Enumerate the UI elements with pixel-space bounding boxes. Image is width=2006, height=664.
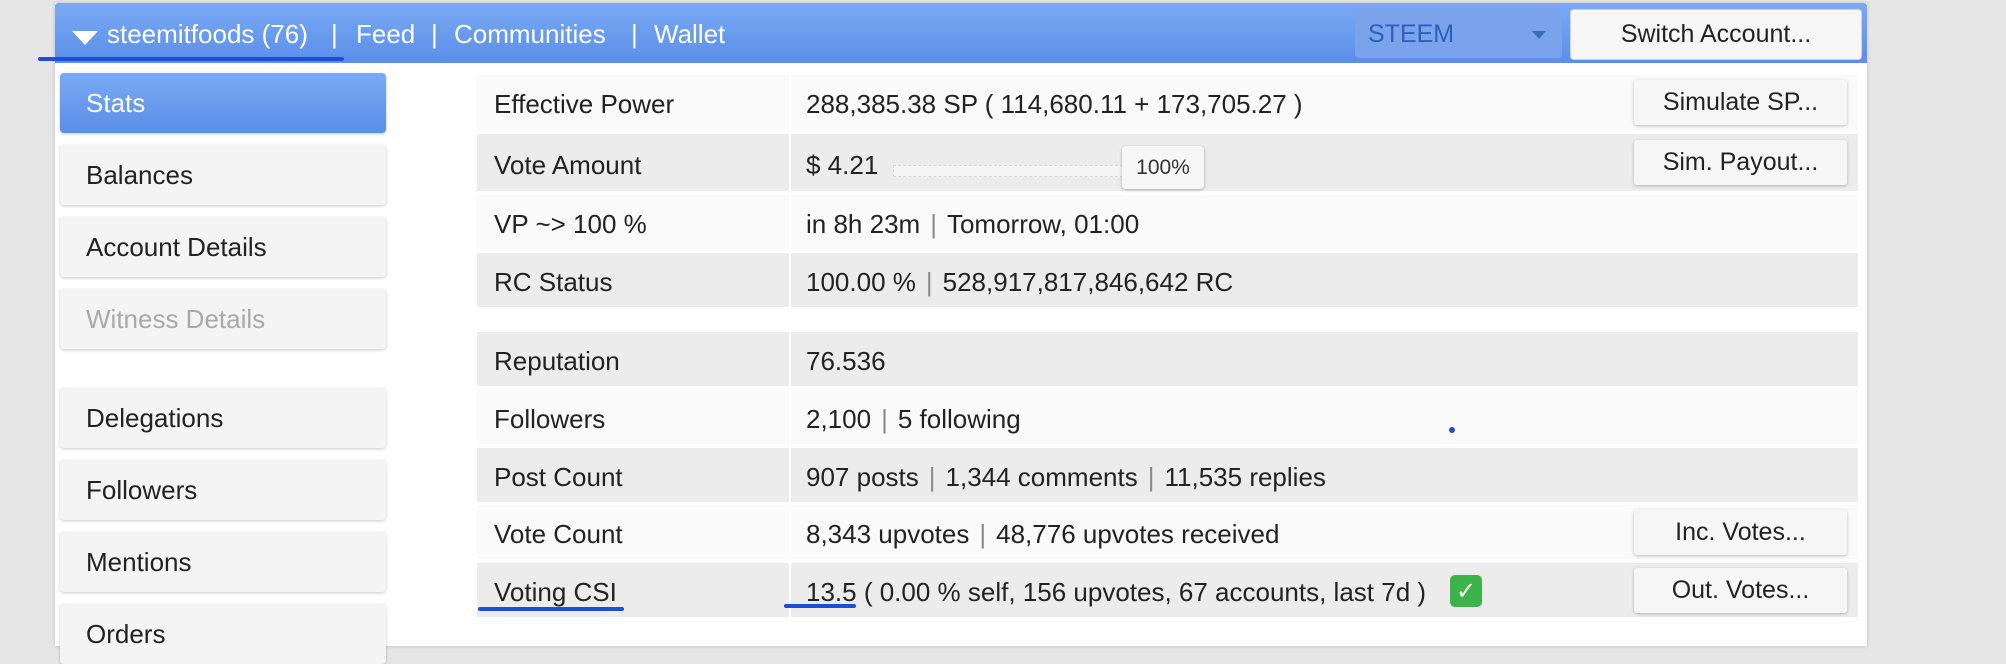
stats-row-vote-amount: Vote Amount $ 4.21 100% Sim. Payout... [477, 134, 1858, 191]
column-divider [789, 390, 791, 444]
voting-csi-details: ( 0.00 % self, 156 upvotes, 67 accounts,… [856, 577, 1427, 607]
caret-down-icon[interactable] [72, 31, 98, 45]
account-name-link[interactable]: steemitfoods (76) [107, 19, 308, 50]
sidebar-item-balances[interactable]: Balances [60, 145, 386, 205]
vp-when: Tomorrow, 01:00 [946, 209, 1140, 239]
sim-payout-button[interactable]: Sim. Payout... [1634, 140, 1847, 185]
stats-row-vp: VP ~> 100 % in 8h 23m | Tomorrow, 01:00 [477, 195, 1858, 249]
vp-time: in 8h 23m [806, 209, 921, 239]
row-label: RC Status [494, 267, 613, 297]
voting-csi-value: 13.5 ( 0.00 % self, 156 upvotes, 67 acco… [806, 577, 1426, 608]
simulate-sp-button[interactable]: Simulate SP... [1634, 80, 1847, 125]
column-divider [789, 332, 791, 386]
column-divider [789, 195, 791, 249]
stats-row-reputation: Reputation 76.536 [477, 332, 1858, 386]
upvotes-received: 48,776 upvotes received [996, 519, 1280, 549]
chevron-down-icon [1532, 31, 1546, 39]
check-mark-icon: ✓ [1450, 575, 1482, 607]
annotation-underline [478, 607, 624, 611]
sidebar-item-delegations[interactable]: Delegations [60, 388, 386, 448]
sidebar-item-witness-details: Witness Details [60, 289, 386, 349]
vote-weight-slider[interactable] [893, 165, 1123, 177]
row-label: Post Count [494, 462, 623, 492]
column-divider [789, 563, 791, 617]
sidebar-item-stats[interactable]: Stats [60, 73, 386, 133]
vote-weight-slider-handle[interactable]: 100% [1122, 146, 1204, 189]
effective-power-value: 288,385.38 SP ( 114,680.11 + 173,705.27 … [806, 89, 1303, 119]
out-votes-button[interactable]: Out. Votes... [1634, 568, 1847, 613]
vp-value: in 8h 23m | Tomorrow, 01:00 [806, 209, 1139, 240]
value-separator: | [881, 404, 888, 434]
comments-count: 1,344 comments [945, 462, 1138, 492]
nav-feed-link[interactable]: Feed [356, 19, 415, 50]
vote-amount-value: $ 4.21 [806, 150, 879, 180]
column-divider [789, 253, 791, 307]
stats-row-vote-count: Vote Count 8,343 upvotes | 48,776 upvotes … [477, 505, 1858, 559]
nav-separator: | [431, 19, 438, 49]
row-label: Effective Power [494, 89, 675, 119]
sidebar-item-orders[interactable]: Orders [60, 604, 386, 664]
rc-percent: 100.00 % [806, 267, 916, 297]
top-bar: steemitfoods (76) | Feed | Communities |… [55, 3, 1867, 63]
annotation-underline [38, 57, 344, 61]
switch-account-button[interactable]: Switch Account... [1570, 9, 1862, 60]
value-separator: | [925, 267, 933, 297]
vote-count-value: 8,343 upvotes | 48,776 upvotes received [806, 519, 1279, 550]
row-label: Vote Amount [494, 150, 642, 180]
stats-row-voting-csi: Voting CSI 13.5 ( 0.00 % self, 156 upvot… [477, 563, 1858, 617]
sidebar-item-account-details[interactable]: Account Details [60, 217, 386, 277]
row-label: Voting CSI [494, 577, 617, 607]
value-separator: | [1147, 462, 1155, 492]
stats-row-post-count: Post Count 907 posts | 1,344 comments | 11,5… [477, 448, 1858, 502]
column-divider [789, 134, 791, 191]
column-divider [789, 448, 791, 502]
nav-wallet-link[interactable]: Wallet [654, 19, 725, 50]
value-separator: | [930, 209, 937, 239]
value-separator: | [928, 462, 936, 492]
replies-count: 11,535 replies [1164, 462, 1326, 492]
following-count: 5 following [897, 404, 1021, 434]
upvotes-count: 8,343 upvotes [806, 519, 970, 549]
reputation-value: 76.536 [806, 346, 886, 376]
inc-votes-button[interactable]: Inc. Votes... [1634, 510, 1847, 555]
annotation-dot [1449, 427, 1455, 433]
chain-select-value: STEEM [1368, 20, 1455, 48]
row-label: Vote Count [494, 519, 623, 549]
column-divider [789, 75, 791, 130]
sidebar-item-followers[interactable]: Followers [60, 460, 386, 520]
stats-row-effective-power: Effective Power 288,385.38 SP ( 114,680.… [477, 75, 1858, 130]
rc-amount: 528,917,817,846,642 RC [942, 267, 1234, 297]
annotation-underline [784, 604, 856, 608]
column-divider [789, 505, 791, 559]
value-separator: | [979, 519, 987, 549]
posts-count: 907 posts [806, 462, 919, 492]
followers-value: 2,100 | 5 following [806, 404, 1021, 435]
row-label: Followers [494, 404, 606, 434]
post-count-value: 907 posts | 1,344 comments | 11,535 replies [806, 462, 1326, 493]
stats-row-rc-status: RC Status 100.00 % | 528,917,817,846,642 R… [477, 253, 1858, 307]
voting-csi-score: 13.5 [806, 577, 857, 607]
row-label: Reputation [494, 346, 620, 376]
nav-separator: | [331, 19, 338, 49]
nav-separator: | [631, 19, 638, 49]
followers-count: 2,100 [806, 404, 872, 434]
rc-status-value: 100.00 % | 528,917,817,846,642 RC [806, 267, 1233, 298]
sidebar-item-mentions[interactable]: Mentions [60, 532, 386, 592]
stats-row-followers: Followers 2,100 | 5 following [477, 390, 1858, 444]
chain-select[interactable]: STEEM [1355, 9, 1562, 58]
row-label: VP ~> 100 % [494, 209, 647, 239]
nav-communities-link[interactable]: Communities [454, 19, 606, 50]
